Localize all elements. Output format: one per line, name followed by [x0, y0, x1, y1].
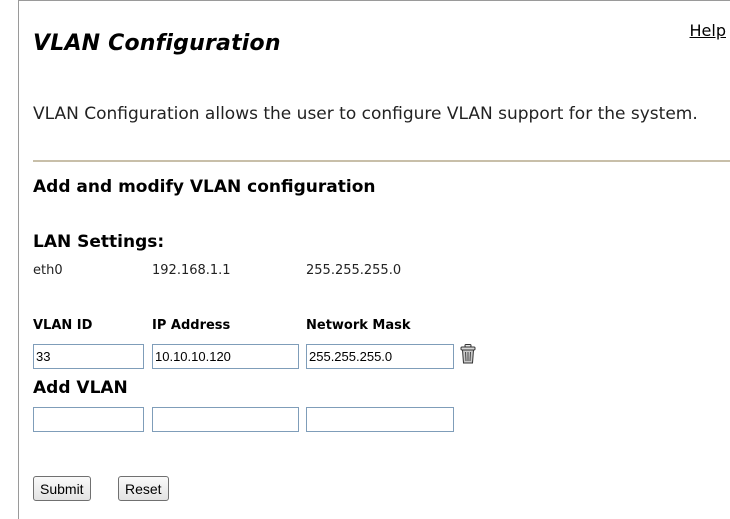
new-vlan-id-field[interactable] [33, 407, 144, 432]
lan-interface: eth0 [33, 263, 63, 278]
lan-settings-heading: LAN Settings: [33, 232, 165, 252]
add-vlan-heading: Add VLAN [33, 378, 128, 398]
section-subtitle: Add and modify VLAN configuration [33, 177, 376, 197]
trash-icon[interactable] [460, 344, 476, 364]
lan-ip-address: 192.168.1.1 [152, 263, 231, 278]
reset-button[interactable]: Reset [118, 476, 169, 501]
new-vlan-network-mask-field[interactable] [306, 407, 454, 432]
vlan-id-field[interactable] [33, 344, 144, 369]
lan-network-mask: 255.255.255.0 [306, 263, 402, 278]
help-link[interactable]: Help [690, 21, 726, 40]
vlan-ip-address-field[interactable] [152, 344, 299, 369]
new-vlan-ip-address-field[interactable] [152, 407, 299, 432]
column-header-ip-address: IP Address [152, 318, 231, 333]
column-header-network-mask: Network Mask [306, 318, 411, 333]
column-header-vlan-id: VLAN ID [33, 318, 93, 333]
page-description: VLAN Configuration allows the user to co… [33, 104, 698, 124]
vlan-network-mask-field[interactable] [306, 344, 454, 369]
content-panel: Help VLAN Configuration VLAN Configurati… [18, 0, 730, 519]
submit-button[interactable]: Submit [33, 476, 91, 501]
section-divider [33, 160, 730, 162]
page-title: VLAN Configuration [33, 31, 281, 56]
